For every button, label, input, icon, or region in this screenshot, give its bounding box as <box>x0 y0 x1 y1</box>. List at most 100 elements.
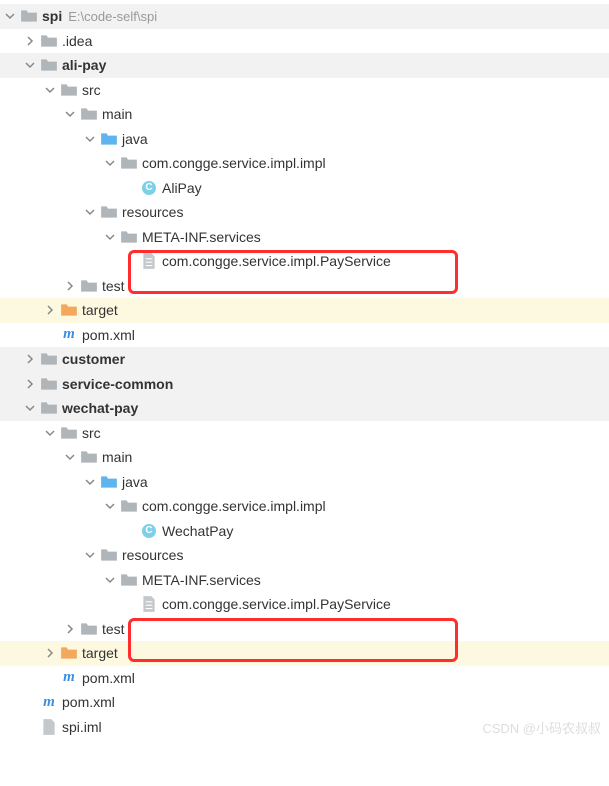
module-icon <box>40 375 58 393</box>
tree-row-class[interactable]: C WechatPay <box>0 519 609 544</box>
tree-row-module[interactable]: wechat-pay <box>0 396 609 421</box>
tree-row[interactable]: main <box>0 102 609 127</box>
excluded-folder-icon <box>60 644 78 662</box>
folder-icon <box>80 105 98 123</box>
chevron-down-icon[interactable] <box>60 447 80 467</box>
chevron-right-icon[interactable] <box>20 31 40 51</box>
tree-row[interactable]: META-INF.services <box>0 225 609 250</box>
chevron-down-icon[interactable] <box>0 6 20 26</box>
tree-row-module[interactable]: ali-pay <box>0 53 609 78</box>
tree-row[interactable]: com.congge.service.impl.impl <box>0 151 609 176</box>
class-icon: C <box>140 179 158 197</box>
watermark: CSDN @小码农叔叔 <box>482 718 601 737</box>
tree-row-module[interactable]: customer <box>0 347 609 372</box>
pom-label: pom.xml <box>82 670 135 686</box>
tree-row-module[interactable]: service-common <box>0 372 609 397</box>
package-label: com.congge.service.impl.impl <box>142 498 326 514</box>
chevron-right-icon[interactable] <box>60 619 80 639</box>
chevron-down-icon[interactable] <box>100 153 120 173</box>
tree-row[interactable]: java <box>0 127 609 152</box>
source-folder-icon <box>100 130 118 148</box>
tree-row[interactable]: test <box>0 617 609 642</box>
main-label: main <box>102 449 132 465</box>
metainf-label: META-INF.services <box>142 229 261 245</box>
tree-row[interactable]: resources <box>0 200 609 225</box>
test-label: test <box>102 278 125 294</box>
wechatpay-label: wechat-pay <box>62 400 138 416</box>
tree-row[interactable]: target <box>0 298 609 323</box>
folder-icon <box>60 424 78 442</box>
main-label: main <box>102 106 132 122</box>
metainf-label: META-INF.services <box>142 572 261 588</box>
tree-row-file[interactable]: com.congge.service.impl.PayService <box>0 592 609 617</box>
pom-label: pom.xml <box>82 327 135 343</box>
src-label: src <box>82 425 101 441</box>
java-label: java <box>122 131 148 147</box>
chevron-down-icon[interactable] <box>100 227 120 247</box>
module-icon <box>40 350 58 368</box>
chevron-down-icon[interactable] <box>80 472 100 492</box>
chevron-down-icon[interactable] <box>80 545 100 565</box>
file-icon <box>140 252 158 270</box>
resources-folder-icon <box>100 203 118 221</box>
chevron-down-icon[interactable] <box>60 104 80 124</box>
project-tree[interactable]: spi E:\code-self\spi .idea ali-pay src m… <box>0 0 609 743</box>
chevron-right-icon[interactable] <box>20 349 40 369</box>
tree-row[interactable]: main <box>0 445 609 470</box>
tree-row[interactable]: resources <box>0 543 609 568</box>
chevron-down-icon[interactable] <box>40 80 60 100</box>
tree-row[interactable]: src <box>0 421 609 446</box>
tree-row-file[interactable]: com.congge.service.impl.PayService <box>0 249 609 274</box>
chevron-down-icon[interactable] <box>80 129 100 149</box>
tree-row-file[interactable]: m pom.xml <box>0 666 609 691</box>
source-folder-icon <box>100 473 118 491</box>
tree-row[interactable]: java <box>0 470 609 495</box>
folder-icon <box>80 277 98 295</box>
servicecommon-label: service-common <box>62 376 173 392</box>
chevron-down-icon[interactable] <box>20 398 40 418</box>
maven-icon: m <box>60 326 78 344</box>
tree-row[interactable]: META-INF.services <box>0 568 609 593</box>
tree-row[interactable]: .idea <box>0 29 609 54</box>
maven-icon: m <box>60 669 78 687</box>
chevron-right-icon[interactable] <box>60 276 80 296</box>
folder-icon <box>80 620 98 638</box>
src-label: src <box>82 82 101 98</box>
customer-label: customer <box>62 351 125 367</box>
package-icon <box>120 571 138 589</box>
tree-row[interactable]: target <box>0 641 609 666</box>
tree-row[interactable]: com.congge.service.impl.impl <box>0 494 609 519</box>
package-label: com.congge.service.impl.impl <box>142 155 326 171</box>
test-label: test <box>102 621 125 637</box>
tree-row-file[interactable]: m pom.xml <box>0 323 609 348</box>
java-label: java <box>122 474 148 490</box>
resources-label: resources <box>122 204 183 220</box>
tree-row-class[interactable]: C AliPay <box>0 176 609 201</box>
chevron-down-icon[interactable] <box>80 202 100 222</box>
root-label: spi <box>42 8 62 24</box>
module-icon <box>40 399 58 417</box>
pom-label: pom.xml <box>62 694 115 710</box>
maven-icon: m <box>40 693 58 711</box>
target-label: target <box>82 645 118 661</box>
tree-row[interactable]: test <box>0 274 609 299</box>
chevron-down-icon[interactable] <box>100 570 120 590</box>
tree-row-file[interactable]: m pom.xml <box>0 690 609 715</box>
folder-icon <box>60 81 78 99</box>
chevron-down-icon[interactable] <box>40 423 60 443</box>
chevron-down-icon[interactable] <box>20 55 40 75</box>
chevron-down-icon[interactable] <box>100 496 120 516</box>
chevron-right-icon[interactable] <box>20 374 40 394</box>
excluded-folder-icon <box>60 301 78 319</box>
class-label: WechatPay <box>162 523 233 539</box>
folder-icon <box>80 448 98 466</box>
tree-row-root[interactable]: spi E:\code-self\spi <box>0 4 609 29</box>
package-icon <box>120 154 138 172</box>
tree-row[interactable]: src <box>0 78 609 103</box>
iml-icon <box>40 718 58 736</box>
package-icon <box>120 228 138 246</box>
chevron-right-icon[interactable] <box>40 643 60 663</box>
idea-label: .idea <box>62 33 92 49</box>
chevron-right-icon[interactable] <box>40 300 60 320</box>
root-path: E:\code-self\spi <box>68 9 157 24</box>
